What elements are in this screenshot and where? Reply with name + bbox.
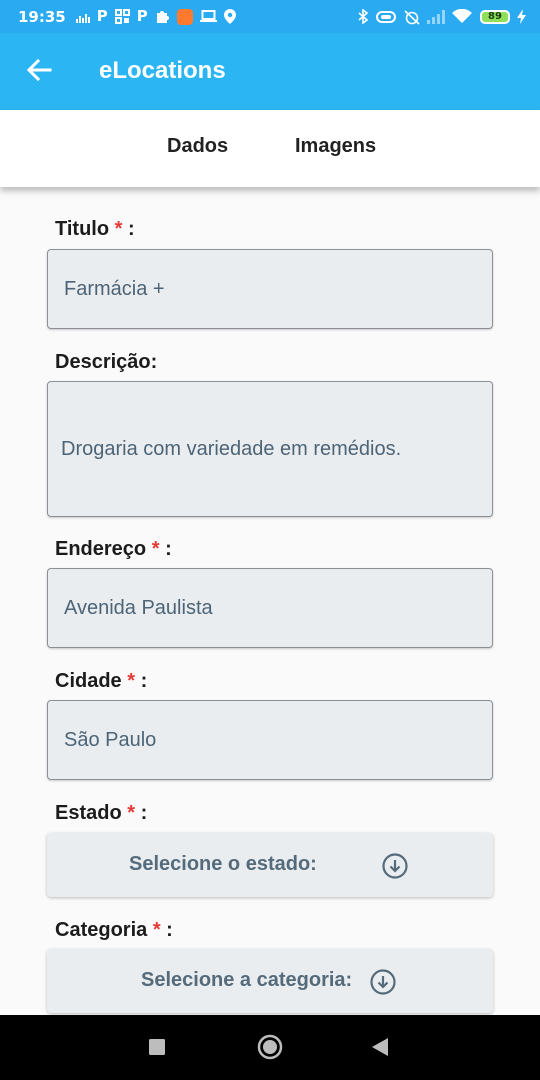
descricao-field[interactable]: Drogaria com variedade em remédios.: [47, 381, 493, 517]
back-button[interactable]: [24, 55, 54, 85]
cidade-field[interactable]: São Paulo: [47, 700, 493, 780]
p-icon: P: [136, 7, 148, 25]
signal-icon: [427, 9, 445, 24]
estado-label-text: Estado: [55, 802, 122, 824]
endereco-label: Endereço * :: [55, 538, 172, 561]
bluetooth-icon: [358, 9, 368, 24]
orange-app-icon: [176, 8, 193, 25]
required-mark: *: [151, 538, 160, 560]
app-bar: eLocations: [0, 33, 540, 110]
back-triangle-icon: [372, 1038, 388, 1056]
arrow-down-circle-icon: [370, 969, 396, 995]
required-mark: *: [152, 919, 161, 941]
tab-dados[interactable]: Dados: [167, 135, 228, 158]
categoria-label: Categoria * :: [55, 919, 173, 942]
app-title: eLocations: [99, 57, 226, 84]
puzzle-icon: [155, 9, 170, 24]
alarm-off-icon: [404, 9, 420, 25]
descricao-label: Descrição:: [55, 351, 158, 373]
recents-button[interactable]: [143, 1033, 171, 1061]
categoria-label-text: Categoria: [55, 919, 148, 941]
arrow-left-icon: [26, 58, 52, 82]
tab-imagens[interactable]: Imagens: [295, 135, 376, 158]
titulo-value: Farmácia +: [64, 277, 165, 300]
grid-icon: [114, 9, 130, 24]
label-suffix: :: [122, 218, 135, 240]
categoria-select-button[interactable]: Selecione a categoria:: [47, 949, 493, 1013]
endereco-label-text: Endereço: [55, 538, 147, 560]
location-pin-icon: [223, 9, 236, 24]
required-mark: *: [127, 802, 136, 824]
label-suffix: :: [135, 802, 148, 824]
home-button[interactable]: [255, 1032, 285, 1062]
wifi-icon: [452, 9, 472, 24]
arrow-down-circle-icon: [382, 853, 408, 879]
system-nav-bar: [0, 1015, 540, 1080]
categoria-select-label: Selecione a categoria:: [141, 969, 353, 991]
status-time: 19:35: [18, 7, 66, 26]
recents-square-icon: [149, 1039, 165, 1055]
label-suffix: :: [135, 670, 148, 692]
cidade-value: São Paulo: [64, 728, 157, 751]
endereco-field[interactable]: Avenida Paulista: [47, 568, 493, 648]
titulo-field[interactable]: Farmácia +: [47, 249, 493, 329]
label-suffix: :: [159, 538, 172, 560]
estado-label: Estado * :: [55, 802, 147, 825]
home-circle-icon: [257, 1034, 283, 1060]
status-right: 89: [351, 9, 526, 25]
descricao-value: Drogaria com variedade em remédios.: [61, 437, 402, 460]
titulo-label-text: Titulo: [55, 218, 110, 240]
back-nav-button[interactable]: [366, 1033, 394, 1061]
required-mark: *: [127, 670, 136, 692]
vibrate-icon: [375, 10, 397, 24]
endereco-value: Avenida Paulista: [64, 596, 213, 619]
titulo-label: Titulo * :: [55, 218, 135, 241]
equalizer-icon: [75, 11, 90, 23]
laptop-icon: [199, 10, 217, 23]
charging-icon: [517, 9, 526, 24]
p-icon: P: [96, 7, 108, 25]
estado-select-label: Selecione o estado:: [129, 853, 317, 875]
battery-icon: 89: [480, 9, 510, 24]
status-bar: 19:35 P P 89: [0, 0, 540, 33]
tab-bar: Dados Imagens: [0, 110, 540, 187]
status-left: 19:35 P P: [18, 8, 243, 26]
cidade-label-text: Cidade: [55, 670, 122, 692]
estado-select-button[interactable]: Selecione o estado:: [47, 833, 493, 897]
label-suffix: :: [160, 919, 173, 941]
cidade-label: Cidade * :: [55, 670, 147, 693]
